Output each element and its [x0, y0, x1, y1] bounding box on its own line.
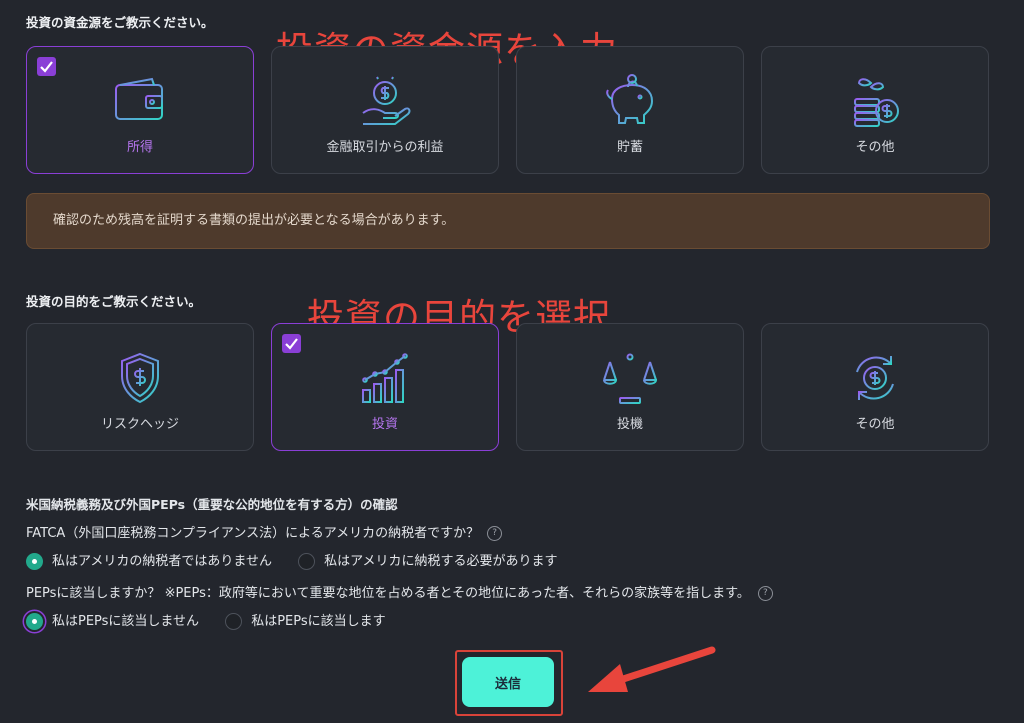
radio-label: 私はアメリカに納税する必要があります: [324, 554, 558, 569]
radio-unselected[interactable]: [298, 553, 316, 570]
purpose-option-risk-hedge[interactable]: リスクヘッジ: [26, 323, 254, 451]
purpose-section-title: 投資の目的をご教示ください。: [26, 294, 202, 309]
purpose-option-label: リスクヘッジ: [100, 417, 179, 432]
fatca-question: FATCA（外国口座税務コンプライアンス法）によるアメリカの納税者ですか？?: [26, 522, 503, 541]
funding-option-trading-profit[interactable]: 金融取引からの利益: [271, 46, 499, 174]
fatca-option-not-taxpayer[interactable]: 私はアメリカの納税者ではありません: [26, 550, 272, 570]
radio-selected[interactable]: [26, 613, 43, 630]
radio-label: 私はPEPsに該当しません: [52, 614, 200, 629]
fatca-question-text: FATCA（外国口座税務コンプライアンス法）によるアメリカの納税者ですか？: [26, 526, 480, 541]
purpose-option-label: 投資: [371, 417, 398, 432]
peps-radio-group: 私はPEPsに該当しません 私はPEPsに該当します: [26, 610, 408, 630]
plant-coins-icon: [847, 73, 903, 129]
radio-selected[interactable]: [26, 553, 43, 570]
help-icon[interactable]: ?: [757, 586, 773, 601]
funding-option-savings[interactable]: 貯蓄: [516, 46, 744, 174]
shield-dollar-icon: [112, 350, 168, 406]
radio-label: 私はPEPsに該当します: [251, 614, 386, 629]
radio-unselected[interactable]: [225, 613, 243, 630]
circular-dollar-icon: [847, 350, 903, 406]
peps-question: PEPsに該当しますか？ ※PEPs：政府等において重要な地位を占める者とその地…: [26, 582, 773, 601]
bar-chart-growth-icon: [357, 350, 413, 406]
pointer-arrow-icon: [588, 646, 716, 692]
funding-option-label: 所得: [126, 140, 153, 155]
submit-button[interactable]: 送信: [462, 657, 554, 707]
purpose-option-label: その他: [855, 417, 895, 432]
fatca-radio-group: 私はアメリカの納税者ではありません 私はアメリカに納税する必要があります: [26, 550, 579, 570]
coin-hand-icon: [357, 73, 413, 129]
funding-option-label: 金融取引からの利益: [326, 140, 444, 155]
peps-option-not-peps[interactable]: 私はPEPsに該当しません: [26, 610, 199, 630]
funding-option-other[interactable]: その他: [761, 46, 989, 174]
purpose-option-speculation[interactable]: 投機: [516, 323, 744, 451]
funding-option-label: 貯蓄: [616, 140, 643, 155]
checkmark-icon: [37, 57, 56, 76]
wallet-icon: [112, 73, 168, 129]
peps-question-text: PEPsに該当しますか？ ※PEPs：政府等において重要な地位を占める者とその地…: [26, 586, 750, 601]
fatca-option-taxpayer[interactable]: 私はアメリカに納税する必要があります: [298, 550, 557, 570]
funding-section-title: 投資の資金源をご教示ください。: [26, 15, 214, 30]
radio-label: 私はアメリカの納税者ではありません: [52, 554, 272, 569]
scales-icon: [602, 350, 658, 406]
purpose-option-label: 投機: [616, 417, 643, 432]
purpose-option-other[interactable]: その他: [761, 323, 989, 451]
peps-option-peps[interactable]: 私はPEPsに該当します: [225, 610, 386, 630]
funding-option-income[interactable]: 所得: [26, 46, 254, 174]
funding-option-label: その他: [855, 140, 895, 155]
purpose-option-investment[interactable]: 投資: [271, 323, 499, 451]
document-notice-banner: 確認のため残高を証明する書類の提出が必要となる場合があります。: [26, 193, 990, 249]
checkmark-icon: [282, 334, 301, 353]
piggy-bank-icon: [602, 73, 658, 129]
tax-heading: 米国納税義務及び外国PEPs（重要な公的地位を有する方）の確認: [26, 497, 398, 512]
help-icon[interactable]: ?: [487, 526, 503, 541]
